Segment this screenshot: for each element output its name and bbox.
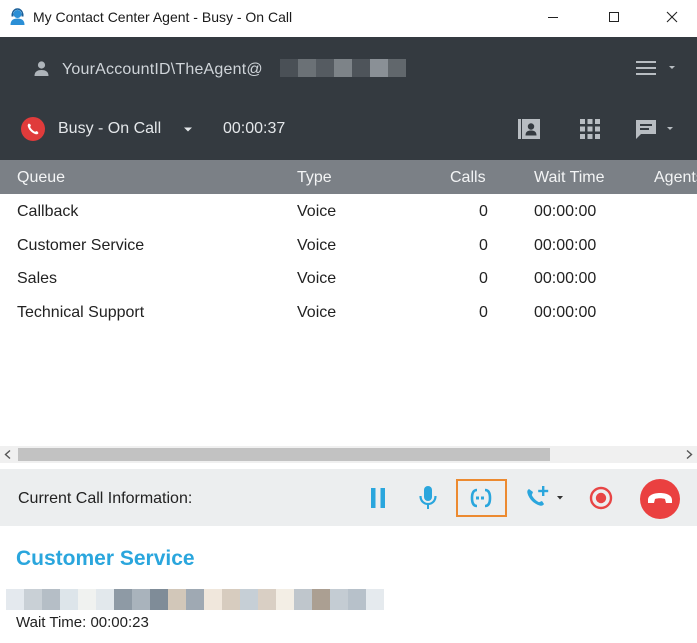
queue-wait-time: 00:00:00 <box>534 237 597 254</box>
transfer-icon <box>470 488 491 508</box>
redacted-account-domain <box>280 59 406 77</box>
mute-button[interactable] <box>414 479 442 517</box>
contacts-button[interactable] <box>517 117 541 141</box>
queue-type: Voice <box>297 237 337 254</box>
queue-wait-time: 00:00:00 <box>534 203 597 220</box>
chevron-down-icon <box>556 496 563 500</box>
account-name: YourAccountID\TheAgent@ <box>62 61 263 78</box>
close-button[interactable] <box>649 0 695 34</box>
current-call-wait-time: Wait Time: 00:00:23 <box>16 614 149 631</box>
table-row[interactable]: Customer Service Voice 0 00:00:00 <box>0 228 697 262</box>
maximize-icon <box>609 12 619 22</box>
call-timer: 00:00:37 <box>223 120 286 137</box>
horizontal-scrollbar[interactable] <box>0 446 697 463</box>
queue-calls: 0 <box>479 237 488 254</box>
add-call-icon <box>526 486 548 506</box>
queue-name: Customer Service <box>17 237 145 254</box>
hamburger-menu-icon <box>636 61 656 75</box>
pause-icon <box>371 488 385 508</box>
column-header-type[interactable]: Type <box>297 169 332 187</box>
phone-call-icon <box>21 117 45 141</box>
microphone-icon <box>419 486 437 509</box>
queue-name: Sales <box>17 270 58 287</box>
chevron-down-icon <box>669 66 675 69</box>
queue-wait-time: 00:00:00 <box>534 270 597 287</box>
close-icon <box>666 11 678 23</box>
table-row[interactable]: Technical Support Voice 0 00:00:00 <box>0 295 697 329</box>
queue-type: Voice <box>297 270 337 287</box>
agent-header: YourAccountID\TheAgent@ Busy - On Call 0… <box>0 37 697 160</box>
window-title: My Contact Center Agent - Busy - On Call <box>33 9 293 25</box>
column-header-agents[interactable]: Agents <box>654 169 697 187</box>
current-call-label: Current Call Information: <box>18 490 193 507</box>
agent-status-selector[interactable]: Busy - On Call <box>58 120 161 138</box>
maximize-button[interactable] <box>591 0 637 34</box>
current-call-queue: Customer Service <box>16 547 195 570</box>
queue-type: Voice <box>297 203 337 220</box>
column-header-wait-time[interactable]: Wait Time <box>534 169 605 187</box>
queue-calls: 0 <box>479 304 488 321</box>
scroll-left-icon[interactable] <box>3 449 13 460</box>
redacted-caller-info <box>6 589 384 610</box>
add-call-button[interactable] <box>521 479 567 517</box>
column-header-calls[interactable]: Calls <box>450 169 486 187</box>
scrollbar-thumb[interactable] <box>18 448 550 461</box>
hang-up-button[interactable] <box>640 479 680 519</box>
hang-up-icon <box>648 493 672 503</box>
table-row[interactable]: Sales Voice 0 00:00:00 <box>0 261 697 295</box>
dialpad-button[interactable] <box>579 117 601 141</box>
table-row[interactable]: Callback Voice 0 00:00:00 <box>0 194 697 228</box>
main-menu-button[interactable] <box>634 57 682 79</box>
transfer-button[interactable] <box>456 479 507 517</box>
minimize-icon <box>548 17 558 18</box>
user-icon <box>34 61 49 76</box>
queue-type: Voice <box>297 304 337 321</box>
queue-wait-time: 00:00:00 <box>534 304 597 321</box>
record-icon <box>589 486 613 510</box>
chat-bubble-icon <box>636 120 656 139</box>
queue-name: Callback <box>17 203 79 220</box>
queue-name: Technical Support <box>17 304 145 321</box>
agent-headset-icon <box>10 8 25 25</box>
window-titlebar: My Contact Center Agent - Busy - On Call <box>0 0 697 36</box>
contact-book-icon <box>518 119 540 139</box>
chat-button[interactable] <box>634 117 676 141</box>
record-button[interactable] <box>586 479 616 517</box>
dialpad-icon <box>580 119 600 139</box>
chevron-down-icon[interactable] <box>182 126 194 134</box>
queue-table: Callback Voice 0 00:00:00 Customer Servi… <box>0 194 697 444</box>
scroll-right-icon[interactable] <box>684 449 694 460</box>
queue-calls: 0 <box>479 203 488 220</box>
hold-button[interactable] <box>364 479 392 517</box>
call-controls-bar: Current Call Information: <box>0 469 697 526</box>
queue-calls: 0 <box>479 270 488 287</box>
chevron-down-icon <box>667 127 673 130</box>
minimize-button[interactable] <box>530 0 576 34</box>
queue-table-header: Queue Type Calls Wait Time Agents <box>0 160 697 194</box>
column-header-queue[interactable]: Queue <box>17 169 65 187</box>
